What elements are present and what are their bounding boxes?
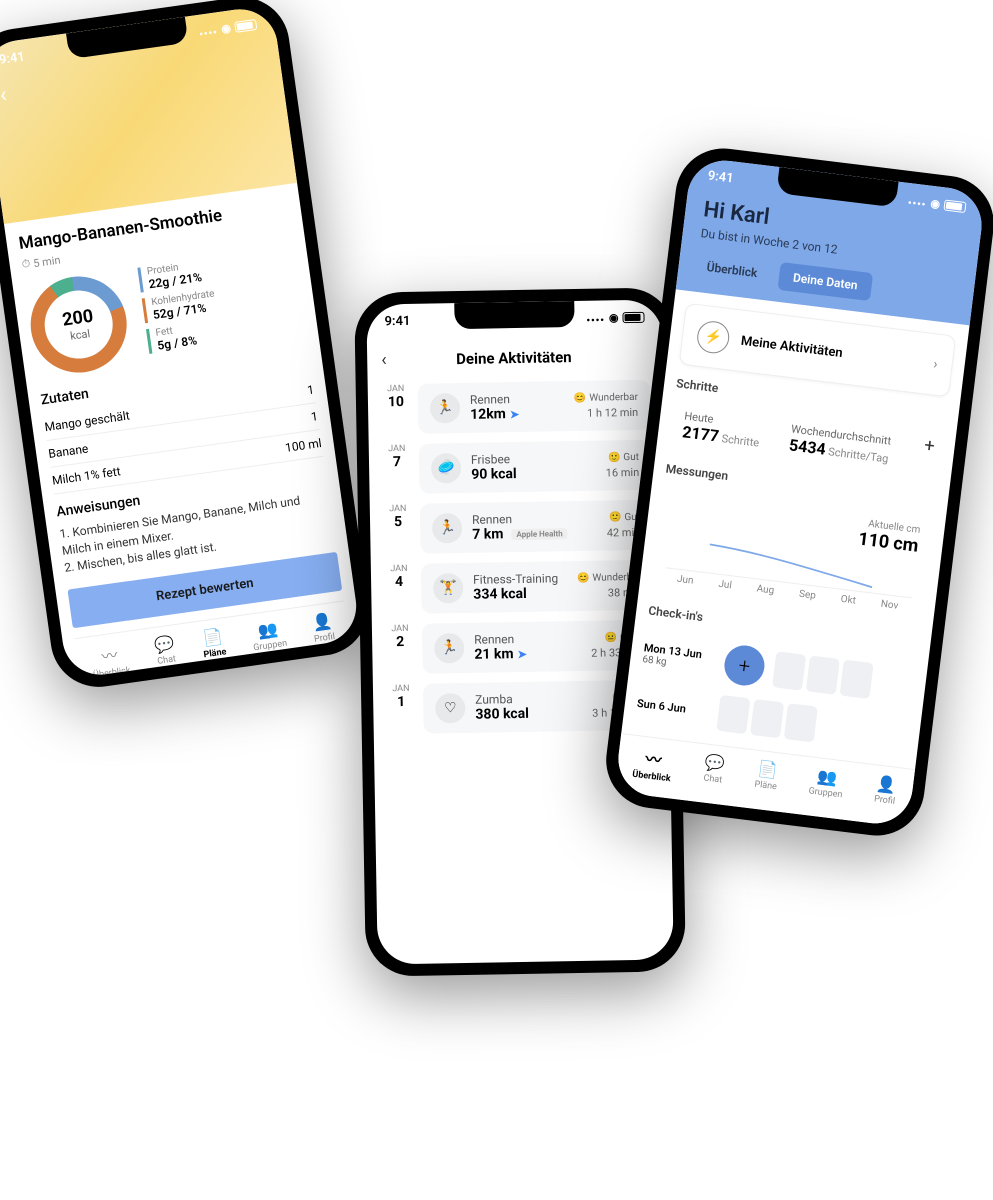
tab-chat[interactable]: 💬Chat xyxy=(702,752,726,790)
chat-icon: 💬 xyxy=(704,752,726,773)
activity-row[interactable]: JAN10 🏃 Rennen 12km ➤ 😊Wunderbar 1 h 12 … xyxy=(382,380,651,435)
page-title: Deine Aktivitäten xyxy=(378,346,649,369)
profil-icon: 👤 xyxy=(875,774,897,795)
activity-row[interactable]: JAN2 🏃 Rennen 21 km ➤ 😐Okay 2 h 33 min xyxy=(386,620,655,675)
activity-row[interactable]: JAN5 🏃 Rennen 7 km Apple Health 🙂Gut 42 … xyxy=(384,500,653,555)
month-label: Nov xyxy=(880,599,899,612)
activity-date: JAN4 xyxy=(385,564,413,590)
activity-row[interactable]: JAN7 🥏 Frisbee 90 kcal 🙂Gut 16 min xyxy=(383,440,652,495)
tab-profil[interactable]: 👤Profil xyxy=(311,612,337,651)
activity-date: JAN5 xyxy=(384,504,412,530)
activity-type-icon: 🏋 xyxy=(433,573,464,604)
clock-icon: ⏱ xyxy=(21,257,31,272)
phone-dashboard: 9:41 Hi Karl Du bist in Woche 2 von 12 Ü… xyxy=(601,143,993,841)
notch xyxy=(454,301,574,329)
location-icon: ➤ xyxy=(517,647,526,660)
status-time: 9:41 xyxy=(0,50,26,68)
location-icon: ➤ xyxy=(510,407,519,420)
chevron-right-icon: › xyxy=(932,356,938,372)
tab-profil[interactable]: 👤Profil xyxy=(873,774,898,812)
tab-überblick[interactable]: 〰Überblick xyxy=(89,640,131,679)
pläne-icon: 📄 xyxy=(202,627,224,649)
back-button[interactable]: ‹ xyxy=(0,82,8,108)
tab-gruppen[interactable]: 👥Gruppen xyxy=(807,765,845,805)
calories-donut: 200 kcal xyxy=(24,270,132,378)
phone-recipe: 9:41 ‹ Mango-Bananen-Smoothie ⏱ 5 min 20… xyxy=(0,0,375,693)
activity-date: JAN1 xyxy=(387,684,415,710)
gruppen-icon: 👥 xyxy=(257,619,279,641)
activity-date: JAN7 xyxy=(383,444,411,470)
überblick-icon: 〰 xyxy=(644,745,663,771)
activity-icon: ⚡ xyxy=(695,319,731,355)
status-time: 9:41 xyxy=(707,168,734,186)
status-icons xyxy=(907,193,967,215)
chat-icon: 💬 xyxy=(153,634,175,656)
month-label: Jun xyxy=(676,574,694,587)
activity-date: JAN10 xyxy=(382,384,410,410)
status-icons xyxy=(198,17,258,40)
activity-type-icon: 🏃 xyxy=(432,513,463,544)
activity-row[interactable]: JAN4 🏋 Fitness-Training 334 kcal 😊Wunder… xyxy=(385,560,654,615)
add-checkin-button[interactable]: + xyxy=(722,643,767,688)
activity-type-icon: ♡ xyxy=(435,693,466,724)
activity-date: JAN2 xyxy=(386,624,414,650)
pläne-icon: 📄 xyxy=(757,759,779,780)
profil-icon: 👤 xyxy=(311,612,333,634)
activity-type-icon: 🥏 xyxy=(431,453,462,484)
add-steps-button[interactable]: + xyxy=(923,435,936,457)
status-time: 9:41 xyxy=(384,314,410,329)
month-label: Sep xyxy=(798,589,816,602)
tab-überblick[interactable]: 〰Überblick xyxy=(632,744,675,784)
activity-type-icon: 🏃 xyxy=(434,633,465,664)
überblick-icon: 〰 xyxy=(100,642,119,668)
tab-gruppen[interactable]: 👥Gruppen xyxy=(250,618,289,658)
activity-type-icon: 🏃 xyxy=(430,393,461,424)
status-icons xyxy=(586,310,644,326)
tab-pläne[interactable]: 📄Pläne xyxy=(200,627,228,666)
month-label: Jul xyxy=(718,579,733,592)
tab-chat[interactable]: 💬Chat xyxy=(153,634,178,672)
gruppen-icon: 👥 xyxy=(816,766,838,787)
month-label: Aug xyxy=(756,583,775,596)
month-label: Okt xyxy=(840,594,856,607)
tab-pläne[interactable]: 📄Pläne xyxy=(753,759,780,797)
